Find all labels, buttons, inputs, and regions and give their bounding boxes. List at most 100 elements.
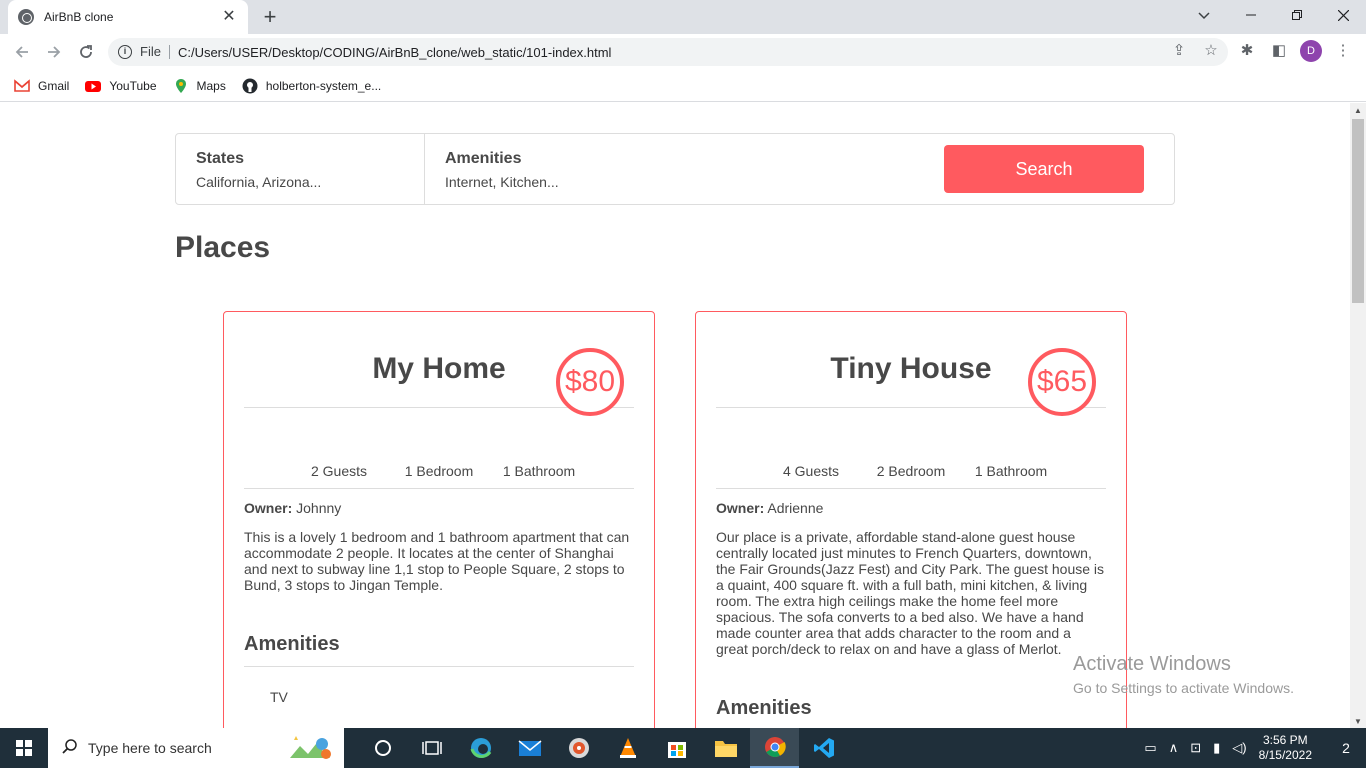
bedrooms-count: 2 Bedroom: [876, 463, 946, 479]
reload-button[interactable]: [74, 40, 98, 64]
menu-dots-icon[interactable]: ⋮: [1332, 40, 1354, 62]
cortana-button[interactable]: [358, 728, 407, 768]
chrome-icon: [764, 737, 786, 757]
toolbar-actions: ✱ ◧ D ⋮: [1236, 40, 1354, 62]
vscode-app[interactable]: [799, 728, 848, 768]
info-icon[interactable]: i: [118, 45, 132, 59]
bookmark-label: holberton-system_e...: [265, 78, 382, 93]
place-information: 2 Guests 1 Bedroom 1 Bathroom: [244, 408, 634, 489]
notifications-button[interactable]: 2: [1326, 728, 1366, 768]
notification-count: 2: [1342, 740, 1350, 756]
back-button[interactable]: [10, 40, 34, 64]
browser-tab-bar: AirBnB clone ✕ +: [0, 0, 1366, 34]
amenities-list: TV: [244, 689, 634, 705]
close-window-button[interactable]: [1320, 0, 1366, 30]
chevron-down-icon: [1198, 12, 1210, 20]
keyboard-icon[interactable]: ▭: [1144, 740, 1156, 756]
taskbar-search[interactable]: Type here to search: [48, 728, 344, 768]
owner-label: Owner:: [716, 500, 765, 516]
profile-avatar[interactable]: D: [1300, 40, 1322, 62]
place-card-tiny-house: Tiny House $65 4 Guests 2 Bedroom 1 Bath…: [695, 311, 1127, 728]
github-icon: [242, 78, 258, 93]
price-badge: $80: [556, 348, 624, 416]
bathrooms-count: 1 Bathroom: [502, 463, 576, 479]
search-icon: [62, 738, 78, 758]
share-icon[interactable]: ⇪: [1170, 42, 1188, 60]
folder-icon: [714, 741, 737, 757]
file-scheme-label: File: [140, 45, 170, 59]
scroll-up-icon[interactable]: ▲: [1354, 106, 1362, 115]
media-player-icon: [568, 738, 589, 758]
volume-icon[interactable]: ◁): [1232, 740, 1246, 756]
taskbar-clock[interactable]: 3:56 PM 8/15/2022: [1259, 733, 1312, 763]
vlc-icon: [619, 738, 636, 758]
tab-search-button[interactable]: [1192, 4, 1216, 28]
url-text[interactable]: C:/Users/USER/Desktop/CODING/AirBnB_clon…: [178, 45, 612, 60]
place-header: My Home $80: [244, 332, 634, 416]
place-header: Tiny House $65: [716, 332, 1106, 416]
owner-label: Owner:: [244, 500, 293, 516]
store-app[interactable]: [652, 728, 701, 768]
system-tray: ▭ ∧ ⊡ ▮ ◁) 3:56 PM 8/15/2022 2: [1138, 728, 1366, 768]
battery-icon[interactable]: ▮: [1213, 740, 1220, 756]
clock-time: 3:56 PM: [1262, 733, 1308, 747]
bookmark-holberton[interactable]: holberton-system_e...: [242, 78, 381, 94]
bookmark-label: YouTube: [109, 78, 157, 93]
amenity-item: TV: [270, 689, 288, 705]
media-player-app[interactable]: [554, 728, 603, 768]
bedrooms-count: 1 Bedroom: [404, 463, 474, 479]
file-explorer-app[interactable]: [701, 728, 750, 768]
amenities-filter-value: Internet, Kitchen...: [445, 174, 559, 190]
task-view-button[interactable]: [407, 728, 456, 768]
edge-app[interactable]: [456, 728, 505, 768]
chrome-app[interactable]: [750, 728, 799, 768]
states-filter-title: States: [196, 150, 245, 167]
bookmark-label: Gmail: [38, 78, 70, 93]
network-icon[interactable]: ⊡: [1190, 740, 1201, 756]
chevron-up-icon[interactable]: ∧: [1169, 740, 1179, 756]
gmail-icon: [14, 78, 30, 92]
start-button[interactable]: [0, 728, 48, 768]
store-icon: [667, 742, 686, 758]
cortana-icon: [374, 740, 391, 756]
address-bar-actions: ⇪ ☆: [1170, 42, 1220, 60]
search-button[interactable]: Search: [944, 145, 1144, 193]
bookmarks-bar: Gmail YouTube Maps holberton-system_e...: [0, 70, 1366, 102]
bookmark-gmail[interactable]: Gmail: [14, 78, 69, 94]
windows-taskbar: Type here to search ▭ ∧ ⊡ ▮ ◁) 3:56 PM 8…: [0, 728, 1366, 768]
guests-count: 2 Guests: [310, 463, 368, 479]
page-viewport: States California, Arizona... Amenities …: [0, 103, 1350, 728]
task-view-icon: [421, 741, 442, 755]
watermark-subtitle: Go to Settings to activate Windows.: [1073, 680, 1294, 696]
restore-button[interactable]: [1274, 0, 1320, 30]
address-bar[interactable]: i File C:/Users/USER/Desktop/CODING/AirB…: [108, 38, 1228, 66]
places-title: Places: [175, 231, 271, 264]
page-scrollbar[interactable]: ▲ ▼: [1350, 103, 1366, 728]
place-owner: Owner: Johnny: [244, 500, 634, 516]
forward-button[interactable]: [42, 40, 66, 64]
tab-title: AirBnB clone: [44, 10, 114, 24]
new-tab-button[interactable]: +: [258, 5, 282, 29]
bookmark-star-icon[interactable]: ☆: [1202, 42, 1220, 60]
states-filter[interactable]: States California, Arizona...: [176, 134, 425, 204]
reload-icon: [80, 45, 92, 58]
scroll-down-icon[interactable]: ▼: [1354, 717, 1362, 726]
bookmark-label: Maps: [196, 78, 226, 93]
states-filter-value: California, Arizona...: [196, 174, 322, 190]
vlc-app[interactable]: [603, 728, 652, 768]
place-information: 4 Guests 2 Bedroom 1 Bathroom: [716, 408, 1106, 489]
minimize-button[interactable]: [1228, 0, 1274, 30]
mail-app[interactable]: [505, 728, 554, 768]
browser-tab[interactable]: AirBnB clone ✕: [8, 0, 248, 34]
amenities-title: Amenities: [716, 697, 1106, 728]
extensions-icon[interactable]: ✱: [1236, 40, 1258, 62]
close-tab-icon[interactable]: ✕: [220, 8, 238, 26]
bookmark-youtube[interactable]: YouTube: [85, 78, 157, 94]
restore-icon: [1292, 10, 1302, 20]
amenities-filter[interactable]: Amenities Internet, Kitchen...: [425, 134, 725, 204]
activate-windows-watermark: Activate Windows Go to Settings to activ…: [1073, 653, 1294, 696]
bookmark-maps[interactable]: Maps: [173, 78, 226, 94]
place-owner: Owner: Adrienne: [716, 500, 1106, 516]
side-panel-icon[interactable]: ◧: [1268, 40, 1290, 62]
scrollbar-thumb[interactable]: [1352, 119, 1364, 303]
